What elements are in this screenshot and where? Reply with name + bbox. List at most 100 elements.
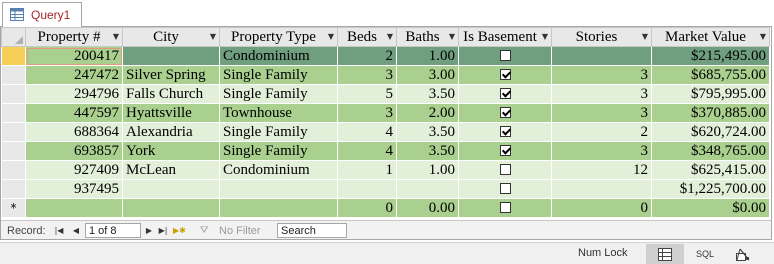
search-input[interactable]: Search bbox=[277, 223, 347, 238]
cell-property-type[interactable]: Single Family bbox=[219, 122, 338, 142]
new-record-selector[interactable]: * bbox=[1, 198, 26, 218]
cell-beds[interactable] bbox=[337, 179, 397, 199]
cell-market-value[interactable]: $215,495.00 bbox=[651, 46, 770, 66]
column-header-stories[interactable]: Stories ▼ bbox=[551, 27, 652, 47]
cell-baths[interactable]: 3.50 bbox=[396, 141, 459, 161]
cell-property-type[interactable]: Townhouse bbox=[219, 103, 338, 123]
datasheet-view-icon[interactable] bbox=[646, 244, 684, 264]
dropdown-icon[interactable]: ▼ bbox=[328, 31, 334, 43]
table-row[interactable]: 937495 $1,225,700.00 bbox=[1, 179, 770, 199]
query-tab[interactable]: Query1 bbox=[2, 2, 82, 27]
row-selector[interactable] bbox=[1, 122, 26, 142]
cell-baths[interactable]: 0.00 bbox=[396, 198, 459, 218]
no-filter-button[interactable]: No Filter bbox=[219, 224, 261, 238]
cell-property-type[interactable] bbox=[219, 198, 338, 218]
cell-beds[interactable]: 0 bbox=[337, 198, 397, 218]
cell-is-basement[interactable] bbox=[458, 84, 552, 104]
dropdown-icon[interactable]: ▼ bbox=[542, 31, 548, 43]
new-record-row[interactable]: * 0 0.00 0 $0.00 bbox=[1, 198, 770, 218]
cell-property-type[interactable]: Condominium bbox=[219, 46, 338, 66]
table-row[interactable]: 200417 Condominium 2 1.00 $215,495.00 bbox=[1, 46, 770, 66]
cell-property-type[interactable] bbox=[219, 179, 338, 199]
cell-stories[interactable]: 0 bbox=[551, 198, 652, 218]
cell-market-value[interactable]: $1,225,700.00 bbox=[651, 179, 770, 199]
cell-city[interactable] bbox=[122, 198, 220, 218]
row-selector[interactable] bbox=[1, 141, 26, 161]
cell-property[interactable]: 927409 bbox=[25, 160, 123, 180]
cell-city[interactable]: York bbox=[122, 141, 220, 161]
cell-market-value[interactable]: $348,765.00 bbox=[651, 141, 770, 161]
basement-checkbox[interactable] bbox=[499, 182, 511, 194]
cell-stories[interactable]: 3 bbox=[551, 141, 652, 161]
basement-checkbox[interactable] bbox=[499, 144, 511, 156]
cell-stories[interactable] bbox=[551, 46, 652, 66]
dropdown-icon[interactable]: ▼ bbox=[642, 31, 648, 43]
table-row[interactable]: 294796 Falls Church Single Family 5 3.50… bbox=[1, 84, 770, 104]
table-row[interactable]: 447597 Hyattsville Townhouse 3 2.00 3 $3… bbox=[1, 103, 770, 123]
row-selector[interactable] bbox=[1, 179, 26, 199]
cell-market-value[interactable]: $625,415.00 bbox=[651, 160, 770, 180]
column-header-market-value[interactable]: Market Value ▼ bbox=[651, 27, 770, 47]
dropdown-icon[interactable]: ▼ bbox=[387, 31, 393, 43]
cell-stories[interactable]: 3 bbox=[551, 65, 652, 85]
cell-city[interactable]: Hyattsville bbox=[122, 103, 220, 123]
basement-checkbox[interactable] bbox=[499, 163, 511, 175]
cell-market-value[interactable]: $0.00 bbox=[651, 198, 770, 218]
previous-record-icon[interactable]: ◀ bbox=[70, 224, 82, 238]
next-record-icon[interactable]: ▶ bbox=[143, 224, 155, 238]
cell-baths[interactable]: 3.00 bbox=[396, 65, 459, 85]
new-record-icon[interactable]: ▶✱ bbox=[173, 224, 186, 238]
cell-is-basement[interactable] bbox=[458, 46, 552, 66]
cell-property[interactable]: 200417 bbox=[25, 46, 123, 66]
cell-baths[interactable]: 1.00 bbox=[396, 46, 459, 66]
table-row[interactable]: 927409 McLean Condominium 1 1.00 12 $625… bbox=[1, 160, 770, 180]
cell-is-basement[interactable] bbox=[458, 160, 552, 180]
cell-is-basement[interactable] bbox=[458, 198, 552, 218]
table-row[interactable]: 247472 Silver Spring Single Family 3 3.0… bbox=[1, 65, 770, 85]
column-header-property[interactable]: Property # ▼ bbox=[25, 27, 123, 47]
cell-baths[interactable]: 2.00 bbox=[396, 103, 459, 123]
cell-property[interactable]: 447597 bbox=[25, 103, 123, 123]
cell-property[interactable] bbox=[25, 198, 123, 218]
cell-beds[interactable]: 1 bbox=[337, 160, 397, 180]
cell-is-basement[interactable] bbox=[458, 141, 552, 161]
column-header-is-basement[interactable]: Is Basement ▼ bbox=[458, 27, 552, 47]
cell-property[interactable]: 247472 bbox=[25, 65, 123, 85]
cell-market-value[interactable]: $795,995.00 bbox=[651, 84, 770, 104]
select-all-corner[interactable] bbox=[1, 27, 26, 47]
cell-market-value[interactable]: $685,755.00 bbox=[651, 65, 770, 85]
basement-checkbox[interactable] bbox=[499, 87, 511, 99]
cell-property[interactable]: 937495 bbox=[25, 179, 123, 199]
cell-beds[interactable]: 4 bbox=[337, 141, 397, 161]
row-selector[interactable] bbox=[1, 46, 26, 66]
cell-stories[interactable]: 12 bbox=[551, 160, 652, 180]
cell-property-type[interactable]: Condominium bbox=[219, 160, 338, 180]
cell-property-type[interactable]: Single Family bbox=[219, 84, 338, 104]
basement-checkbox[interactable] bbox=[499, 201, 511, 213]
cell-market-value[interactable]: $370,885.00 bbox=[651, 103, 770, 123]
row-selector[interactable] bbox=[1, 160, 26, 180]
last-record-icon[interactable]: ▶| bbox=[157, 224, 169, 238]
cell-city[interactable]: Falls Church bbox=[122, 84, 220, 104]
cell-property[interactable]: 688364 bbox=[25, 122, 123, 142]
current-record-field[interactable]: 1 of 8 bbox=[85, 223, 141, 238]
sql-view-button[interactable]: SQL bbox=[686, 244, 724, 264]
dropdown-icon[interactable]: ▼ bbox=[113, 31, 119, 43]
cell-stories[interactable]: 3 bbox=[551, 84, 652, 104]
cell-property[interactable]: 693857 bbox=[25, 141, 123, 161]
dropdown-icon[interactable]: ▼ bbox=[449, 31, 455, 43]
cell-stories[interactable] bbox=[551, 179, 652, 199]
table-row[interactable]: 688364 Alexandria Single Family 4 3.50 2… bbox=[1, 122, 770, 142]
cell-baths[interactable]: 3.50 bbox=[396, 84, 459, 104]
column-header-property-type[interactable]: Property Type ▼ bbox=[219, 27, 338, 47]
cell-stories[interactable]: 3 bbox=[551, 103, 652, 123]
cell-beds[interactable]: 3 bbox=[337, 103, 397, 123]
basement-checkbox[interactable] bbox=[499, 49, 511, 61]
cell-baths[interactable]: 3.50 bbox=[396, 122, 459, 142]
column-header-baths[interactable]: Baths ▼ bbox=[396, 27, 459, 47]
cell-city[interactable] bbox=[122, 179, 220, 199]
cell-city[interactable]: McLean bbox=[122, 160, 220, 180]
cell-city[interactable]: Alexandria bbox=[122, 122, 220, 142]
design-view-icon[interactable] bbox=[724, 244, 762, 264]
cell-is-basement[interactable] bbox=[458, 122, 552, 142]
